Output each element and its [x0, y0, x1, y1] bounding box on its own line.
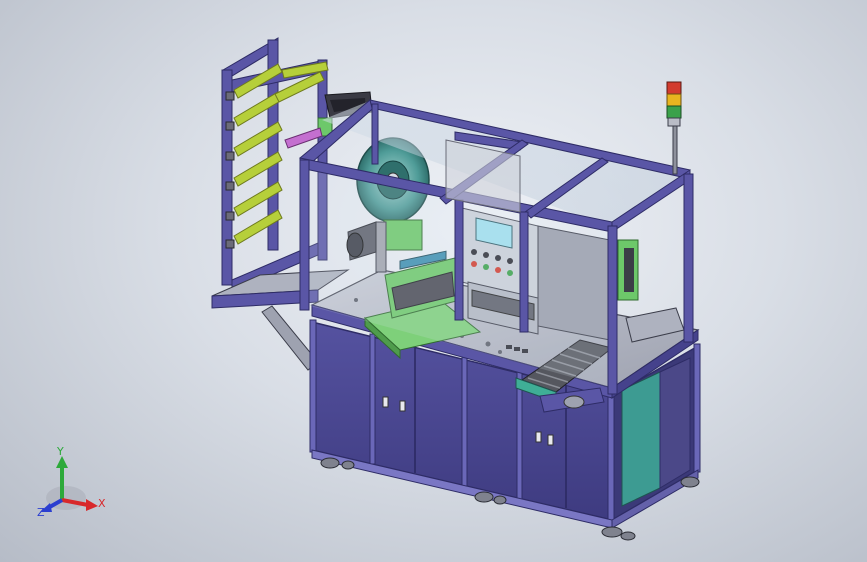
- x-axis-label: X: [98, 497, 106, 510]
- graphics-viewport[interactable]: Y X Z: [0, 0, 867, 562]
- y-axis-label: Y: [56, 445, 64, 458]
- x-axis-arrowhead: [86, 499, 98, 511]
- cad-model-view[interactable]: Y X Z: [0, 0, 867, 562]
- side-film-unit: [617, 239, 685, 343]
- coordinate-triad[interactable]: Y X Z: [37, 445, 106, 519]
- z-axis-label: Z: [37, 506, 45, 519]
- signal-tower-light: [666, 81, 682, 175]
